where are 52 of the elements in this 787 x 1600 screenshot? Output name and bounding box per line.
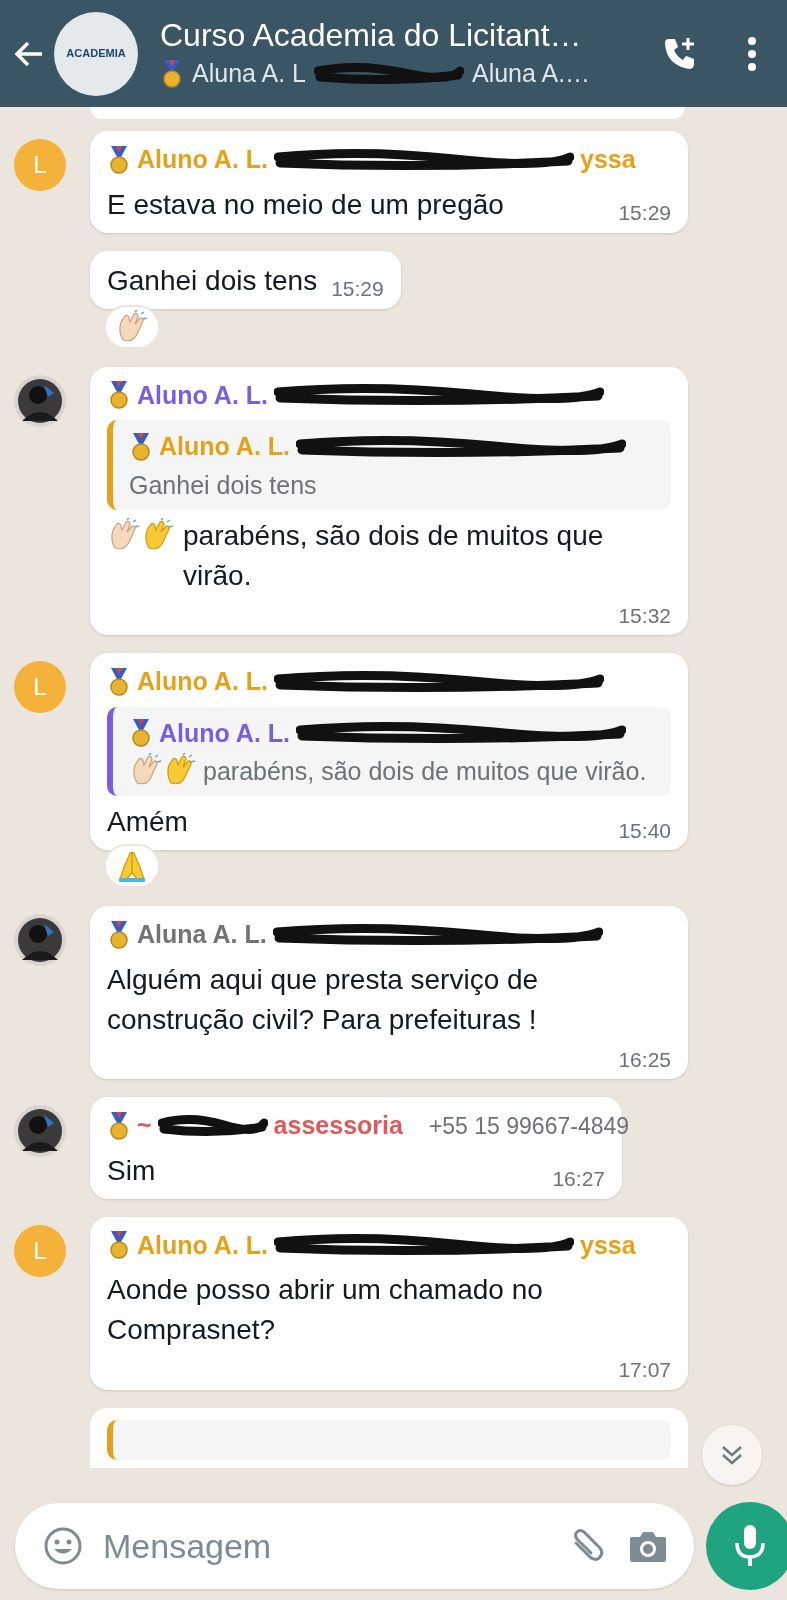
sender-name: Aluno A. L. [137, 666, 268, 697]
phone-number: +55 15 99667-4849 [427, 1111, 630, 1141]
sender-name: yssa [580, 1229, 636, 1261]
sender-name: ~ [137, 1110, 152, 1141]
participants-text: Aluna A. L [192, 57, 306, 89]
avatar[interactable]: L [14, 661, 66, 713]
message-time: 17:07 [618, 1357, 671, 1383]
sender-name: Aluno A. L. [159, 431, 290, 462]
microphone-icon [733, 1523, 767, 1569]
message-text: Amém [107, 805, 188, 839]
sender-name: Aluno A. L. [137, 1229, 268, 1261]
scroll-down-button[interactable] [702, 1425, 762, 1485]
medal-icon [107, 667, 131, 696]
message-text: Aonde posso abrir um chamado no Comprasnet? [107, 1273, 544, 1347]
sender-name: Aluno A. L. [159, 717, 290, 749]
logo-text: ACADEMIA [66, 46, 126, 62]
message-time: 15:32 [618, 602, 671, 629]
group-avatar[interactable]: ACADEMIA [54, 11, 138, 96]
double-chevron-icon [720, 1444, 744, 1466]
medal-icon [107, 145, 131, 174]
message-input[interactable]: Mensagem [15, 1503, 694, 1589]
emoji-icon[interactable] [43, 1526, 83, 1566]
message-time: 15:29 [331, 276, 384, 302]
sender-name: assessoria [273, 1110, 403, 1141]
avatar[interactable]: L [14, 139, 66, 191]
medal-icon [129, 432, 153, 461]
message-time: 16:25 [618, 1046, 671, 1073]
chat-title[interactable]: Curso Academia do Licitant… [160, 14, 649, 55]
participants-text: Aluna A.… [472, 57, 591, 89]
avatar[interactable]: L [14, 1224, 66, 1277]
medal-icon [107, 381, 131, 410]
quoted-text: Ganhei dois tens [129, 470, 317, 499]
sender-name: Aluno A. L. [137, 144, 268, 175]
sender-name: yssa [580, 144, 636, 175]
message-text: Alguém aqui que presta serviço de construção civil? Para prefeituras ! [107, 962, 540, 1037]
message-text: Sim [107, 1153, 156, 1188]
medal-icon [107, 1231, 131, 1260]
message-text: parabéns, são dois de muitos que virão. [183, 518, 605, 593]
message-text: Ganhei dois tens [107, 263, 318, 298]
medal-icon [160, 59, 184, 88]
sender-name: Aluna A. L. [137, 919, 267, 950]
medal-icon [107, 1111, 131, 1140]
message-field[interactable]: Mensagem [103, 1520, 546, 1572]
medal-icon [107, 920, 131, 949]
message-time: 15:29 [618, 200, 671, 226]
message-time: 16:27 [552, 1166, 605, 1192]
more-options-icon[interactable] [747, 34, 757, 73]
sender-name: Aluno A. L. [137, 379, 268, 411]
quoted-text: parabéns, são dois de muitos que virão. [203, 757, 647, 785]
message-time: 15:40 [618, 817, 671, 844]
message-text: E estava no meio de um pregão [107, 187, 504, 222]
medal-icon [129, 719, 153, 748]
